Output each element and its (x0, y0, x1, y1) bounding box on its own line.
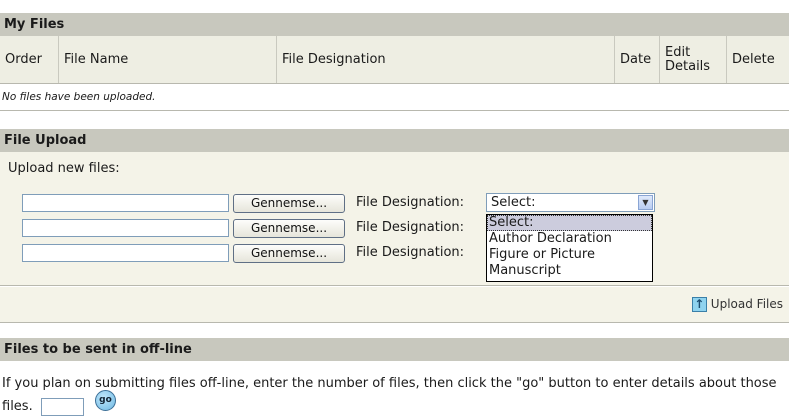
upload-footer: ↑ Upload Files (0, 287, 789, 323)
upload-new-files-label: Upload new files: (8, 161, 120, 176)
file-input-2[interactable] (22, 219, 229, 237)
browse-button-3[interactable]: Gennemse... (233, 244, 345, 263)
browse-button-2[interactable]: Gennemse... (233, 219, 345, 238)
chevron-down-icon[interactable]: ▼ (638, 195, 653, 210)
offline-instructions: If you plan on submitting files off-line… (2, 376, 777, 414)
column-file-name: File Name (59, 36, 277, 83)
column-file-designation: File Designation (277, 36, 615, 83)
empty-files-message: No files have been uploaded. (0, 84, 789, 111)
go-button[interactable]: go (95, 390, 116, 411)
column-date: Date (615, 36, 660, 83)
file-count-input[interactable] (40, 397, 84, 416)
offline-instructions-block: If you plan on submitting files off-line… (2, 372, 786, 418)
upload-files-button[interactable]: ↑ Upload Files (691, 295, 783, 313)
browse-button-1[interactable]: Gennemse... (233, 194, 345, 213)
dropdown-option-author-declaration[interactable]: Author Declaration (487, 231, 652, 247)
offline-header: Files to be sent in off-line (0, 338, 789, 361)
file-designation-label-1: File Designation: (356, 195, 465, 210)
arrow-up-icon: ↑ (691, 296, 707, 312)
select-value: Select: (491, 195, 536, 210)
upload-files-label: Upload Files (710, 297, 783, 311)
offline-title: Files to be sent in off-line (4, 342, 192, 357)
my-files-title: My Files (4, 17, 65, 32)
column-edit-details: Edit Details (660, 36, 727, 83)
file-designation-label-2: File Designation: (356, 220, 465, 235)
file-designation-select[interactable]: Select: ▼ (486, 193, 655, 212)
file-upload-header: File Upload (0, 129, 789, 152)
column-delete: Delete (732, 52, 775, 67)
designation-dropdown-list: Select: Author Declaration Figure or Pic… (486, 214, 653, 282)
dropdown-option-select[interactable]: Select: (487, 215, 652, 231)
dropdown-option-manuscript[interactable]: Manuscript (487, 263, 652, 279)
file-input-3[interactable] (22, 244, 229, 262)
dropdown-option-figure-or-picture[interactable]: Figure or Picture (487, 247, 652, 263)
file-designation-label-3: File Designation: (356, 245, 465, 260)
files-table-header: Order File Name File Designation Date Ed… (0, 36, 789, 84)
file-input-1[interactable] (22, 194, 229, 212)
file-upload-title: File Upload (4, 133, 87, 148)
my-files-header: My Files (0, 13, 789, 36)
column-order: Order (0, 36, 59, 83)
